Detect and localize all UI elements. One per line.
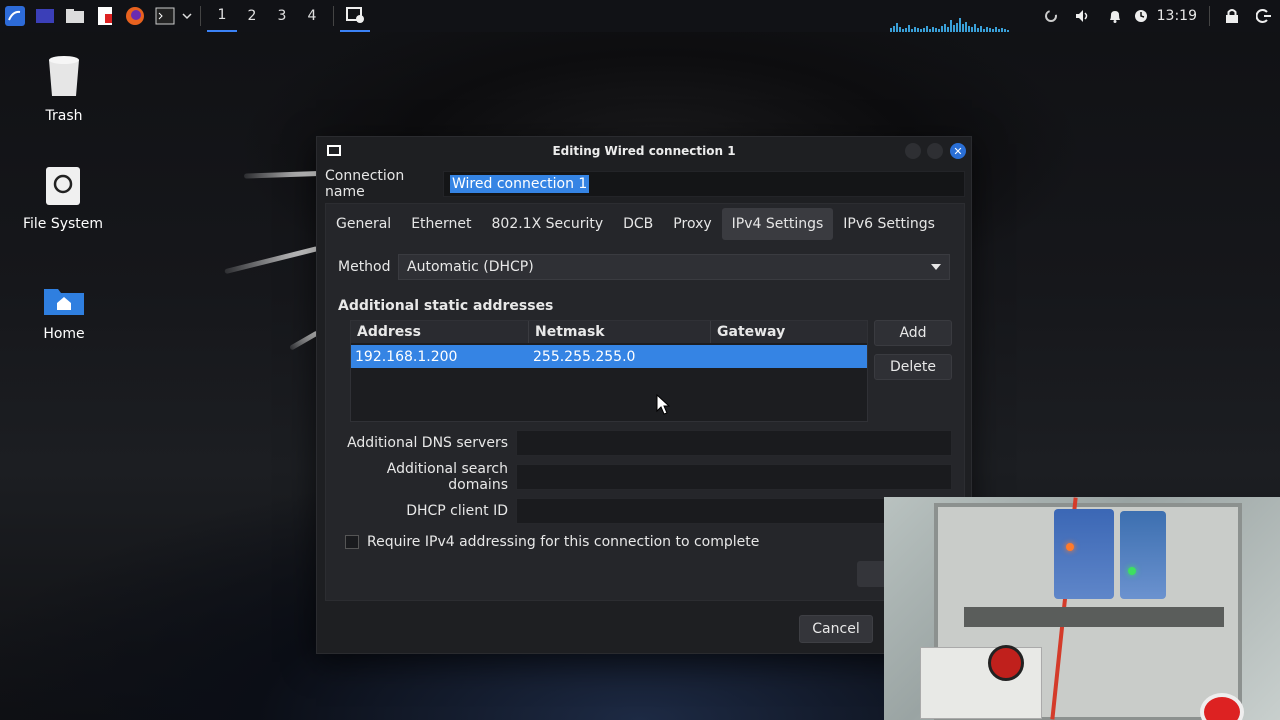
cell-netmask[interactable]: 255.255.255.0 xyxy=(529,345,711,368)
search-domains-row: Additional search domains xyxy=(338,461,952,493)
dropdown-arrow-icon xyxy=(931,264,941,270)
dns-servers-label: Additional DNS servers xyxy=(347,435,508,451)
workspace-1[interactable]: 1 xyxy=(207,0,237,32)
emergency-stop-button xyxy=(988,645,1024,681)
kali-menu-icon[interactable] xyxy=(0,0,30,32)
method-row: Method Automatic (DHCP) xyxy=(338,254,950,280)
desktop-home[interactable]: Home xyxy=(9,284,119,342)
static-address-table[interactable]: Address Netmask Gateway 192.168.1.200 25… xyxy=(350,320,868,422)
status-led xyxy=(1066,543,1074,551)
tab-general[interactable]: General xyxy=(326,208,401,240)
search-domains-input[interactable] xyxy=(516,464,952,490)
dhcp-client-id-row: DHCP client ID xyxy=(338,498,952,524)
table-row[interactable]: 192.168.1.200 255.255.255.0 xyxy=(351,345,867,368)
require-ipv4-row[interactable]: Require IPv4 addressing for this connect… xyxy=(345,534,759,550)
desktop-trash[interactable]: Trash xyxy=(9,54,119,124)
audio-visualizer xyxy=(890,14,1040,32)
connection-name-value: Wired connection 1 xyxy=(450,175,590,193)
cell-address[interactable]: 192.168.1.200 xyxy=(351,345,529,368)
clock[interactable]: 13:19 xyxy=(1151,0,1203,32)
desktop-icon-label: Home xyxy=(43,326,85,342)
cancel-button[interactable]: Cancel xyxy=(799,615,873,643)
tab-bar: General Ethernet 802.1X Security DCB Pro… xyxy=(326,208,945,240)
tab-ipv4-settings[interactable]: IPv4 Settings xyxy=(721,208,834,240)
close-icon: ✕ xyxy=(953,144,963,158)
static-addresses-title: Additional static addresses xyxy=(338,298,554,314)
require-ipv4-label: Require IPv4 addressing for this connect… xyxy=(367,534,760,550)
method-dropdown[interactable]: Automatic (DHCP) xyxy=(398,254,950,280)
clock-icon xyxy=(1131,0,1151,32)
plc-device xyxy=(1054,509,1114,599)
divider xyxy=(1209,6,1210,26)
status-led xyxy=(1128,567,1136,575)
dns-servers-row: Additional DNS servers xyxy=(338,430,952,456)
desktop-icon-label: File System xyxy=(22,216,104,232)
window-titlebar[interactable]: Editing Wired connection 1 ✕ xyxy=(317,137,971,165)
maximize-button[interactable] xyxy=(927,143,943,159)
tab-8021x-security[interactable]: 802.1X Security xyxy=(482,208,614,240)
spinner-icon xyxy=(1035,0,1067,32)
column-header-netmask[interactable]: Netmask xyxy=(529,321,711,343)
plc-device xyxy=(1120,511,1166,599)
method-value: Automatic (DHCP) xyxy=(407,259,534,275)
mouse-cursor-icon xyxy=(656,393,671,420)
connection-name-input[interactable]: Wired connection 1 xyxy=(443,171,965,197)
text-editor-icon[interactable] xyxy=(90,0,120,32)
desktop-icon-label: Trash xyxy=(45,108,83,124)
tab-ethernet[interactable]: Ethernet xyxy=(401,208,481,240)
desktop-icon[interactable] xyxy=(30,0,60,32)
connection-name-label: Connection name xyxy=(325,168,405,200)
dhcp-client-id-label: DHCP client ID xyxy=(406,503,508,519)
trash-icon xyxy=(9,54,119,102)
column-header-address[interactable]: Address xyxy=(351,321,529,343)
column-header-gateway[interactable]: Gateway xyxy=(711,321,867,343)
terminal-module xyxy=(920,647,1042,719)
webcam-overlay xyxy=(884,497,1280,720)
lock-icon[interactable] xyxy=(1216,0,1248,32)
require-ipv4-checkbox[interactable] xyxy=(345,535,359,549)
wallpaper-streak xyxy=(289,330,320,351)
workspace-3[interactable]: 3 xyxy=(267,0,297,32)
add-button[interactable]: Add xyxy=(874,320,952,346)
wallpaper-streak xyxy=(224,246,319,275)
window-task-icon[interactable] xyxy=(340,0,370,32)
method-label: Method xyxy=(338,259,391,275)
workspace-4[interactable]: 4 xyxy=(297,0,327,32)
divider xyxy=(333,6,334,26)
dns-servers-input[interactable] xyxy=(516,430,952,456)
window-title: Editing Wired connection 1 xyxy=(552,144,736,158)
din-rail xyxy=(964,607,1224,627)
search-domains-label: Additional search domains xyxy=(386,461,508,493)
firefox-icon[interactable] xyxy=(120,0,150,32)
connection-editor-window: Editing Wired connection 1 ✕ Connection … xyxy=(316,136,972,654)
notification-bell-icon[interactable] xyxy=(1099,0,1131,32)
connection-name-row: Connection name Wired connection 1 xyxy=(325,168,965,200)
wallpaper-streak xyxy=(243,171,319,179)
workspace-2[interactable]: 2 xyxy=(237,0,267,32)
logout-icon[interactable] xyxy=(1248,0,1280,32)
volume-icon[interactable] xyxy=(1067,0,1099,32)
cell-gateway[interactable] xyxy=(711,345,867,368)
minimize-button[interactable] xyxy=(905,143,921,159)
file-manager-icon[interactable] xyxy=(60,0,90,32)
chevron-down-icon[interactable] xyxy=(180,0,194,32)
tab-dcb[interactable]: DCB xyxy=(613,208,663,240)
delete-button[interactable]: Delete xyxy=(874,354,952,380)
home-folder-icon xyxy=(9,284,119,320)
taskbar: 1 2 3 4 13:19 xyxy=(0,0,1280,32)
divider xyxy=(200,6,201,26)
tab-proxy[interactable]: Proxy xyxy=(663,208,721,240)
terminal-icon[interactable] xyxy=(150,0,180,32)
desktop-file-system[interactable]: File System xyxy=(8,166,118,232)
tab-ipv6-settings[interactable]: IPv6 Settings xyxy=(833,208,945,240)
drive-icon xyxy=(8,166,118,210)
table-header: Address Netmask Gateway xyxy=(351,321,867,343)
close-button[interactable]: ✕ xyxy=(950,143,966,159)
